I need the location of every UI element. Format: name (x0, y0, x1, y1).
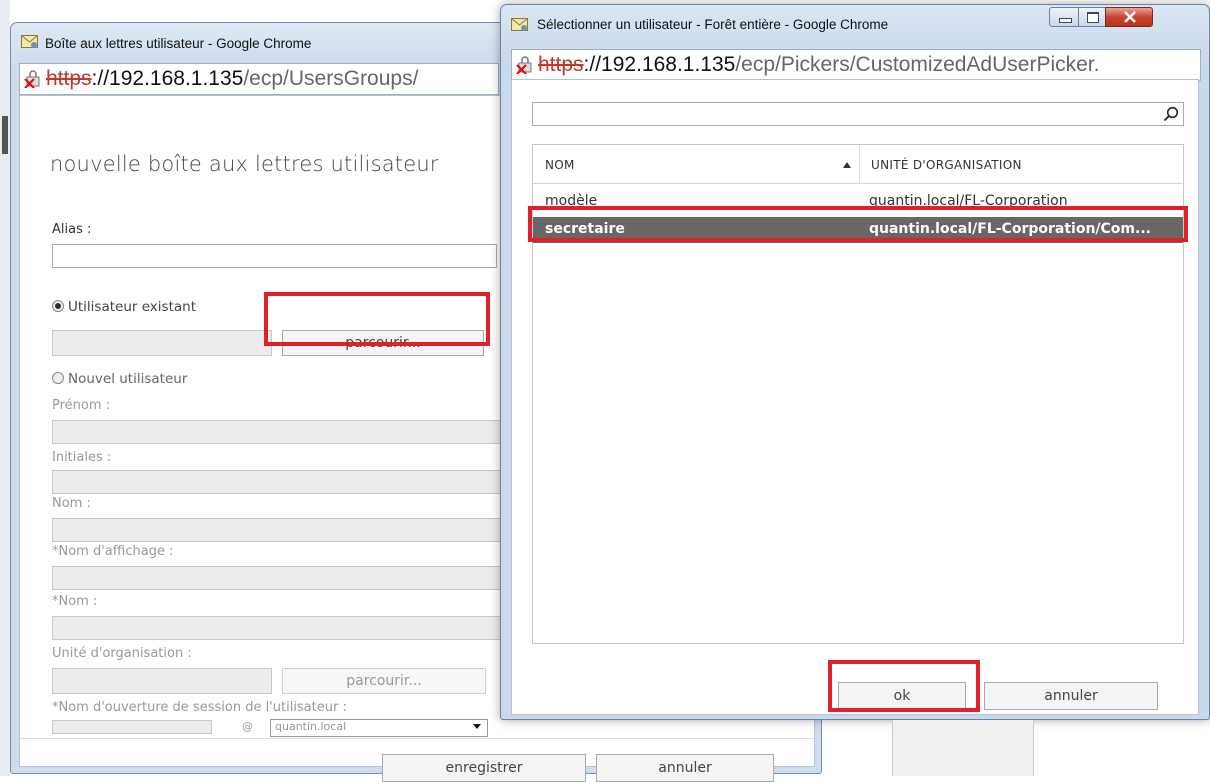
table-header: NOM UNITÉ D'ORGANISATION (533, 145, 1183, 184)
radio-dot (52, 300, 64, 312)
org-unit-label: Unité d'organisation : (52, 646, 192, 661)
logon-name-label: *Nom d'ouverture de session de l'utilisa… (52, 700, 347, 715)
cell-name: secretaire (545, 221, 625, 237)
domain-select: quantin.local (270, 719, 488, 737)
initials-input (52, 470, 502, 494)
user-picker-address-bar[interactable]: https://192.168.1.135/ecp/Pickers/Custom… (511, 49, 1201, 81)
user-picker-window-title: Sélectionner un utilisateur - Forêt enti… (537, 17, 889, 32)
url-protocol: https (46, 67, 92, 90)
new-user-radio[interactable]: Nouvel utilisateur (52, 371, 187, 387)
domain-select-value: quantin.local (275, 720, 347, 733)
first-name-input (52, 420, 502, 444)
display-name-input (52, 566, 502, 590)
background-panel (892, 720, 1034, 776)
url-protocol: https (538, 53, 584, 76)
user-picker-titlebar[interactable]: Sélectionner un utilisateur - Forêt enti… (501, 5, 1209, 45)
column-header-name[interactable]: NOM (545, 158, 575, 172)
url-host: ://192.168.1.135 (583, 53, 736, 76)
minimize-icon (1059, 18, 1072, 23)
cell-org-unit: quantin.local/FL-Corporation/Com... (869, 221, 1151, 237)
mail-icon (511, 18, 528, 31)
ok-button[interactable]: ok (838, 682, 966, 710)
cell-org-unit: quantin.local/FL-Corporation (869, 193, 1068, 209)
insecure-lock-icon (24, 70, 40, 88)
close-icon (1124, 11, 1136, 23)
at-sign: @ (242, 720, 253, 733)
chevron-down-icon (473, 724, 481, 729)
background-mark (2, 116, 8, 154)
sort-ascending-icon (843, 162, 851, 168)
name-input (52, 616, 502, 640)
alias-label: Alias : (52, 222, 92, 237)
name-label: *Nom : (52, 594, 98, 609)
mailbox-address-bar[interactable]: https://192.168.1.135/ecp/UsersGroups/ (19, 63, 499, 95)
cancel-button[interactable]: annuler (596, 754, 774, 782)
new-user-label: Nouvel utilisateur (68, 371, 188, 387)
search-input[interactable] (532, 102, 1184, 126)
first-name-label: Prénom : (52, 398, 111, 413)
save-button[interactable]: enregistrer (382, 754, 586, 782)
radio-dot (52, 372, 64, 384)
logon-name-input (52, 720, 212, 734)
browse-user-button[interactable]: parcourir... (282, 330, 484, 356)
alias-input[interactable] (52, 244, 497, 268)
column-header-org-unit[interactable]: UNITÉ D'ORGANISATION (871, 158, 1022, 172)
org-unit-browse-button: parcourir... (282, 668, 486, 694)
existing-user-radio[interactable]: Utilisateur existant (52, 299, 196, 315)
maximize-button[interactable] (1078, 7, 1106, 27)
url-path: /ecp/UsersGroups/ (243, 67, 419, 90)
maximize-icon (1087, 12, 1099, 23)
existing-user-field (52, 330, 272, 356)
table-row[interactable]: modèle quantin.local/FL-Corporation (533, 189, 1183, 215)
search-icon[interactable] (1163, 106, 1179, 122)
org-unit-input (52, 668, 272, 694)
insecure-lock-icon (516, 56, 532, 74)
initials-label: Initiales : (52, 450, 112, 465)
display-name-label: *Nom d'affichage : (52, 544, 174, 559)
mail-icon (21, 35, 38, 48)
column-divider (859, 145, 860, 183)
minimize-button[interactable] (1049, 7, 1079, 27)
user-picker-window: Sélectionner un utilisateur - Forêt enti… (500, 4, 1210, 720)
table-row-selected[interactable]: secretaire quantin.local/FL-Corporation/… (533, 217, 1183, 243)
user-table: NOM UNITÉ D'ORGANISATION modèle quantin.… (532, 144, 1184, 644)
existing-user-label: Utilisateur existant (68, 299, 196, 315)
mailbox-window-title: Boîte aux lettres utilisateur - Google C… (45, 36, 312, 51)
url-host: ://192.168.1.135 (91, 67, 244, 90)
user-picker-content: NOM UNITÉ D'ORGANISATION modèle quantin.… (511, 79, 1199, 715)
cell-name: modèle (545, 193, 598, 209)
close-button[interactable] (1105, 7, 1153, 27)
url-path: /ecp/Pickers/CustomizedAdUserPicker. (735, 53, 1100, 76)
background-strip (0, 0, 10, 776)
last-name-input (52, 518, 502, 542)
footer-divider (20, 738, 814, 739)
page-title: nouvelle boîte aux lettres utilisateur (50, 152, 439, 176)
last-name-label: Nom : (52, 496, 91, 511)
cancel-button[interactable]: annuler (984, 682, 1158, 710)
